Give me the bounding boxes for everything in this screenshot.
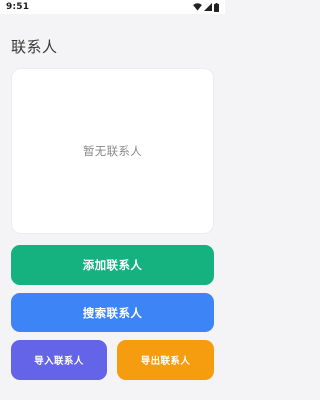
cellular-signal-icon: [204, 3, 212, 11]
empty-state-text: 暂无联系人: [83, 144, 142, 158]
export-contacts-button[interactable]: 导出联系人: [117, 340, 214, 380]
add-contact-button[interactable]: 添加联系人: [11, 245, 214, 285]
contacts-list[interactable]: 暂无联系人: [11, 68, 214, 234]
app-screen: 9:51 联系人 暂无联系人 添加联系人 搜索联系人 导入联系人 导出联系人: [0, 0, 225, 400]
status-time: 9:51: [6, 2, 30, 12]
page-title: 联系人: [11, 38, 58, 56]
status-bar: 9:51: [0, 0, 225, 14]
wifi-icon: [193, 3, 202, 11]
status-icons: [193, 0, 219, 14]
battery-icon: [214, 2, 219, 12]
import-contacts-button[interactable]: 导入联系人: [11, 340, 107, 380]
search-contact-button[interactable]: 搜索联系人: [11, 293, 214, 332]
